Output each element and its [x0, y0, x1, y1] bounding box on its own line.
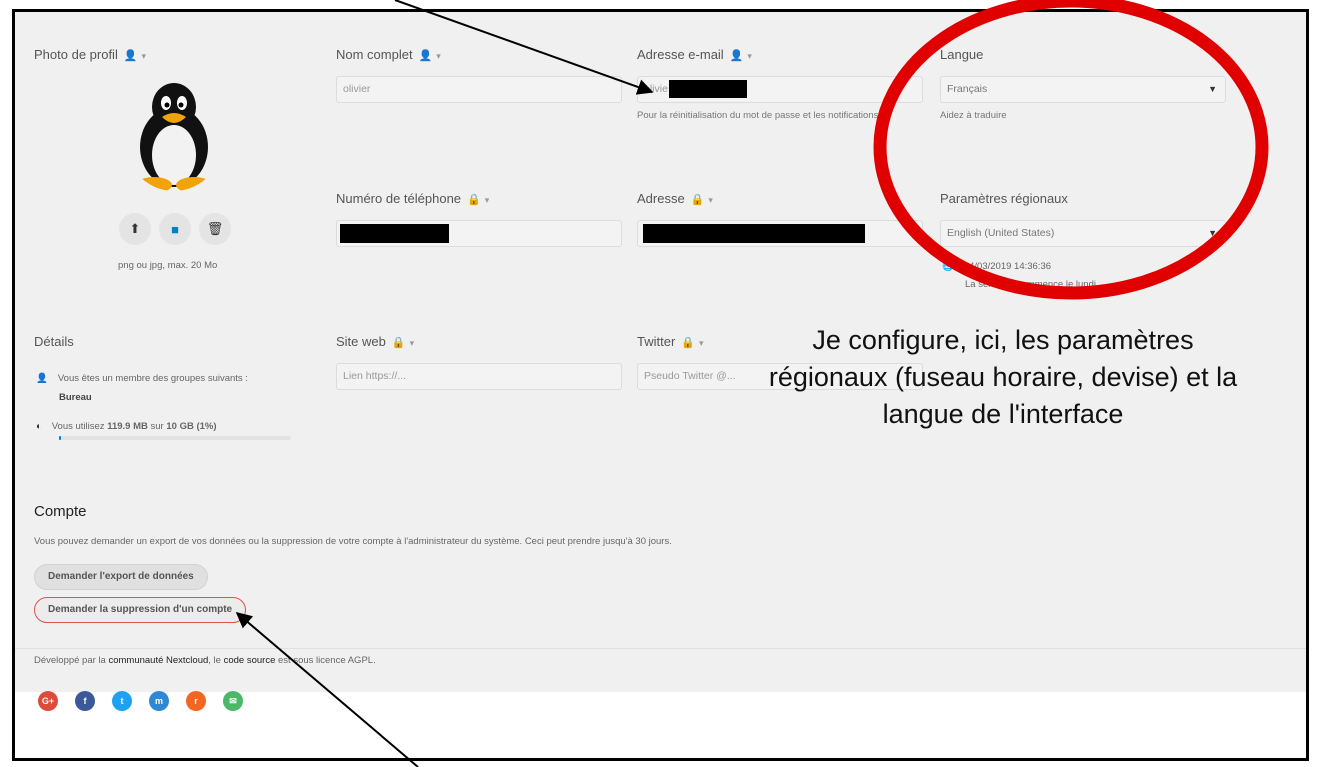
- annotation-line-2: régionaux (fuseau horaire, devise) et la: [768, 362, 1238, 392]
- annotation-line-3: langue de l'interface: [882, 399, 1124, 429]
- highlight-circle: [873, 0, 1269, 300]
- annotation-arrow-delete: [235, 611, 419, 767]
- annotation-arrow-email: [394, 0, 654, 95]
- annotation-text: Je configure, ici, les paramètres région…: [718, 322, 1288, 433]
- annotation-line-1: Je configure, ici, les paramètres: [812, 325, 1194, 355]
